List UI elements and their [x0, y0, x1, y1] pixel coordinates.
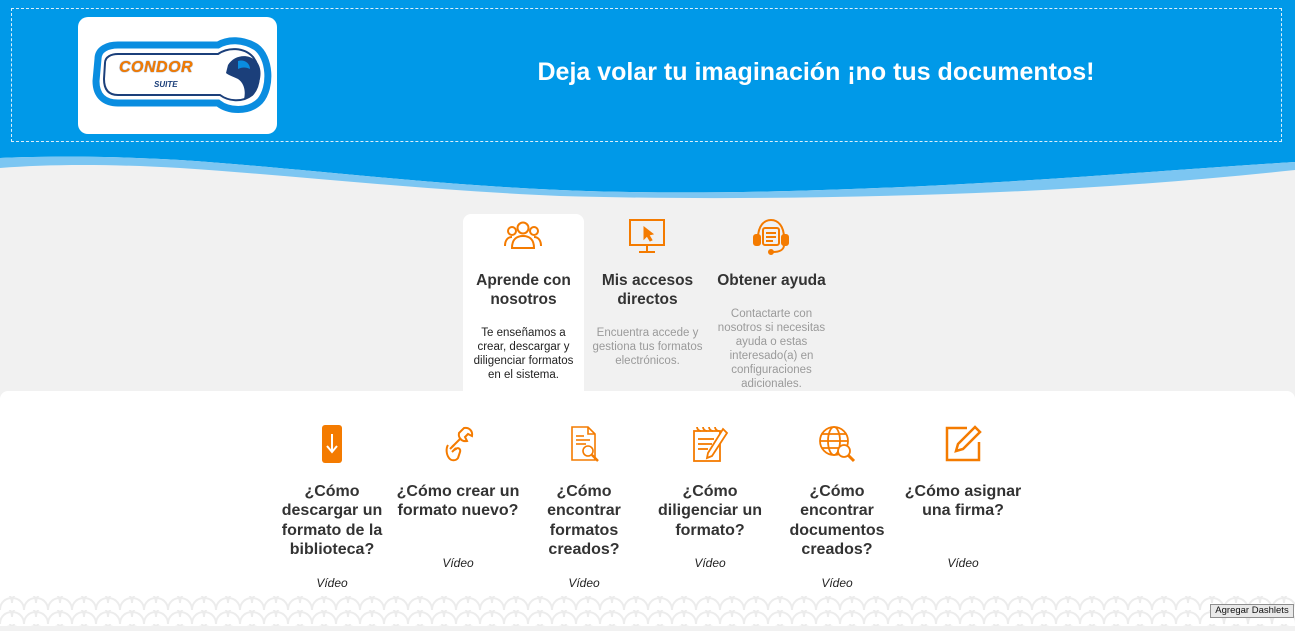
card-description: Contactarte con nosotros si necesitas ay… [717, 308, 826, 390]
wrench-hand-icon [445, 426, 474, 462]
video-title: ¿Cómo diligenciar un formato? [657, 483, 762, 539]
card-description: Te enseñamos a crear, descargar y dilige… [473, 327, 574, 381]
video-link[interactable]: Vídeo [774, 576, 900, 590]
video-title: ¿Cómo descargar un formato de la bibliot… [281, 483, 383, 558]
users-icon [504, 221, 542, 249]
video-title: ¿Cómo encontrar formatos creados? [547, 483, 621, 558]
download-icon [322, 425, 342, 463]
card-aprende[interactable]: Aprende con nosotros Te enseñamos a crea… [463, 214, 584, 392]
card-ayuda[interactable]: Obtener ayuda Contactarte con nosotros s… [711, 214, 832, 392]
document-search-icon [571, 426, 599, 462]
card-title: Mis accesos directos [601, 272, 694, 308]
page-header: CONDOR SUITE Deja volar tu imaginación ¡… [0, 0, 1295, 200]
add-dashlets-button[interactable]: Agregar Dashlets [1210, 604, 1294, 618]
card-title: Obtener ayuda [717, 272, 826, 289]
footer-pattern [0, 596, 1295, 626]
video-link[interactable]: Vídeo [900, 556, 1026, 570]
card-description: Encuentra accede y gestiona tus formatos… [592, 327, 703, 367]
form-pencil-icon [693, 426, 729, 462]
card-title: Aprende con nosotros [476, 272, 571, 308]
globe-search-icon [819, 426, 856, 463]
logo-wordmark: CONDOR [119, 59, 194, 76]
support-headset-icon [753, 218, 789, 255]
footer-pattern-graphic [0, 596, 1295, 626]
video-link[interactable]: Vídeo [647, 556, 773, 570]
logo-subtitle: SUITE [154, 80, 178, 89]
card-accesos[interactable]: Mis accesos directos Encuentra accede y … [587, 214, 708, 392]
condor-logo[interactable]: CONDOR SUITE [78, 17, 277, 134]
video-title: ¿Cómo encontrar documentos creados? [789, 483, 885, 558]
video-link[interactable]: Vídeo [521, 576, 647, 590]
monitor-cursor-icon [629, 219, 665, 253]
video-link[interactable]: Vídeo [269, 576, 395, 590]
video-title: ¿Cómo crear un formato nuevo? [396, 483, 520, 520]
header-tagline: Deja volar tu imaginación ¡no tus docume… [537, 58, 1095, 86]
edit-square-icon [945, 425, 982, 462]
video-link[interactable]: Vídeo [395, 556, 521, 570]
video-panel: ¿Cómo descargar un formato de la bibliot… [0, 391, 1295, 596]
video-title: ¿Cómo asignar una firma? [904, 483, 1022, 520]
